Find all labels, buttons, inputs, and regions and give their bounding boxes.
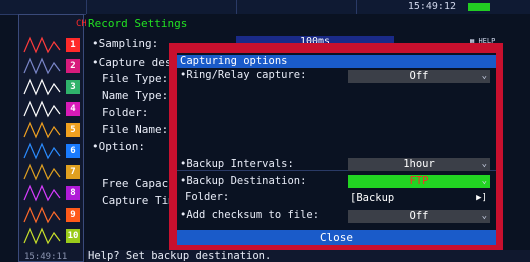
chevron-down-icon: ⌄ bbox=[481, 71, 487, 81]
ring-relay-value: Off bbox=[409, 70, 429, 82]
channel-number[interactable]: 4 bbox=[66, 101, 80, 116]
add-checksum-value: Off bbox=[409, 210, 429, 222]
ring-relay-label: •Ring/Relay capture: bbox=[180, 69, 307, 81]
add-checksum-label: •Add checksum to file: bbox=[180, 209, 320, 221]
sampling-label: •Sampling: bbox=[92, 37, 159, 50]
dialog-folder-label: Folder: bbox=[185, 191, 230, 203]
backup-destination-select[interactable]: FTP ⌄ bbox=[348, 175, 490, 188]
channel-number[interactable]: 10 bbox=[66, 228, 80, 243]
channel-wave-icon bbox=[23, 78, 61, 96]
backup-intervals-select[interactable]: 1hour ⌄ bbox=[348, 158, 490, 171]
folder-label: Folder: bbox=[102, 106, 149, 119]
channel-wave-icon bbox=[23, 121, 61, 139]
folder-path-value: [Backup bbox=[350, 192, 395, 204]
channel-number[interactable]: 5 bbox=[66, 122, 80, 137]
folder-path-field[interactable]: [Backup ▶] bbox=[348, 192, 490, 205]
channel-number[interactable]: 3 bbox=[66, 80, 80, 95]
top-status-bar: 15:49:12 bbox=[0, 0, 530, 15]
record-settings-title: Record Settings bbox=[88, 17, 188, 30]
chevron-down-icon: ⌄ bbox=[481, 176, 487, 186]
file-name-label: File Name: bbox=[102, 123, 169, 136]
channel-wave-icon bbox=[23, 36, 61, 54]
capture-dest-label: •Capture dest bbox=[92, 56, 179, 69]
channel-wave-icon bbox=[23, 142, 61, 160]
battery-indicator bbox=[468, 3, 490, 11]
help-bar: Help? Set backup destination. bbox=[86, 250, 530, 262]
channel-number[interactable]: 1 bbox=[66, 38, 80, 52]
channel-timestamp: 15:49:11 bbox=[24, 252, 68, 262]
dialog-title: Capturing options bbox=[177, 55, 496, 68]
channel-number[interactable]: 6 bbox=[66, 144, 80, 158]
close-button[interactable]: Close bbox=[177, 230, 496, 245]
channel-wave-icon bbox=[23, 184, 61, 202]
channel-wave-icon bbox=[23, 163, 61, 181]
channel-wave-icon bbox=[23, 100, 61, 118]
backup-destination-value: FTP bbox=[409, 175, 429, 187]
channel-number[interactable]: 2 bbox=[66, 59, 80, 74]
name-type-label: Name Type: bbox=[102, 89, 169, 102]
chevron-down-icon: ⌄ bbox=[481, 211, 487, 221]
file-type-label: File Type: bbox=[102, 72, 169, 85]
backup-intervals-value: 1hour bbox=[403, 158, 435, 170]
backup-destination-label: •Backup Destination: bbox=[180, 175, 307, 187]
channel-number[interactable]: 7 bbox=[66, 165, 80, 180]
capture-time-label: Capture Tim bbox=[102, 194, 175, 207]
channel-number[interactable]: 8 bbox=[66, 186, 80, 201]
channel-wave-icon bbox=[23, 227, 61, 245]
channel-wave-icon bbox=[23, 206, 61, 224]
add-checksum-select[interactable]: Off ⌄ bbox=[348, 210, 490, 223]
clock-time: 15:49:12 bbox=[407, 1, 456, 12]
backup-intervals-label: •Backup Intervals: bbox=[180, 158, 294, 170]
option-label: •Option: bbox=[92, 140, 145, 153]
arrow-right-icon: ▶] bbox=[476, 193, 487, 203]
channel-number[interactable]: 9 bbox=[66, 207, 80, 222]
channel-wave-icon bbox=[23, 57, 61, 75]
ring-relay-select[interactable]: Off ⌄ bbox=[348, 70, 490, 83]
chevron-down-icon: ⌄ bbox=[481, 159, 487, 169]
